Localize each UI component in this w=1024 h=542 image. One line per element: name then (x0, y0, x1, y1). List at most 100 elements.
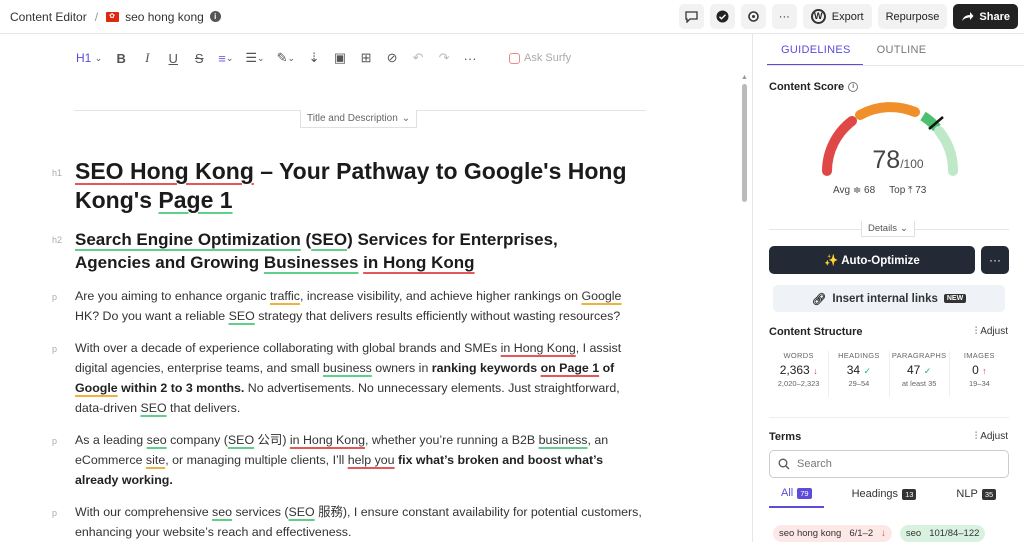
chevron-down-icon: ⌄ (94, 52, 103, 63)
info-icon[interactable]: i (848, 82, 859, 92)
arrow-down-icon: ↓ (813, 366, 818, 376)
gauge-red-segment (822, 116, 857, 176)
arrow-down-icon: ↓ (881, 528, 886, 539)
p-text: , or managing multiple clients, I’ll (165, 453, 348, 467)
image-icon[interactable]: ▣ (333, 50, 347, 66)
term-businesses: Businesses (263, 253, 359, 272)
stat-number: 2,363 (779, 363, 810, 377)
term-help-you: help you (347, 453, 395, 467)
check-button[interactable] (709, 4, 735, 29)
details-toggle[interactable]: Details ⌄ (861, 221, 916, 237)
avg-label: Avg (833, 185, 851, 196)
more-options-button[interactable]: ··· (981, 246, 1009, 274)
table-icon[interactable]: ⊞ (359, 50, 373, 66)
ask-surfy-button[interactable]: Ask Surfy (509, 52, 571, 64)
term-in-hong-kong: in Hong Kong (500, 341, 576, 355)
stat-label: IMAGES (963, 351, 995, 360)
content-score-label: Content Score (769, 81, 845, 93)
breadcrumb-app[interactable]: Content Editor (10, 10, 87, 24)
tab-guidelines[interactable]: GUIDELINES (767, 44, 863, 66)
term-site: site (145, 453, 166, 467)
term-seo: SEO (288, 505, 315, 519)
sliders-icon: ⫶ (974, 326, 978, 337)
content-score-title: Content Score i (769, 81, 859, 93)
paragraph-3[interactable]: As a leading seo company (SEO 公司) in Hon… (75, 430, 645, 490)
surfy-icon (509, 52, 521, 64)
term-in-hong-kong: in Hong Kong (289, 433, 365, 447)
document-title[interactable]: seo hong kong (125, 10, 204, 24)
title-description-toggle[interactable]: Title and Description ⌄ (300, 110, 418, 128)
more-icon[interactable]: ··· (463, 51, 477, 66)
heading-1[interactable]: SEO Hong Kong – Your Pathway to Google's… (75, 157, 655, 215)
list-icon[interactable]: ☰ ⌄ (245, 50, 264, 66)
p-text: As a leading (75, 433, 147, 447)
term-chip[interactable]: seo 101/84–122 (899, 525, 986, 542)
export-button[interactable]: W Export (802, 4, 872, 29)
underline-icon[interactable]: U (166, 51, 180, 66)
term-seo: SEO (140, 401, 167, 415)
heading-2[interactable]: Search Engine Optimization (SEO) Service… (75, 228, 635, 274)
term-google: Google (75, 381, 118, 395)
italic-icon[interactable]: I (140, 50, 154, 66)
details-label: Details (868, 223, 898, 234)
stat-range: 29–54 (848, 379, 870, 388)
highlight-icon[interactable]: ✎ ⌄ (277, 50, 295, 66)
undo-icon[interactable]: ↶ (411, 50, 425, 66)
link-icon[interactable]: ⊘ (385, 50, 399, 66)
bold-icon[interactable]: B (114, 51, 128, 66)
content-structure-stats: WORDS 2,363 ↓ 2,020–2,323 HEADINGS 34 ✓ … (769, 351, 1009, 397)
stat-range: at least 35 (901, 379, 937, 388)
filter-all[interactable]: All 79 (769, 487, 824, 508)
gear-icon (747, 11, 759, 22)
gauge-green-segment (920, 111, 941, 132)
redo-icon[interactable]: ↷ (437, 50, 451, 66)
paragraph-2[interactable]: With over a decade of experience collabo… (75, 338, 645, 418)
more-options-button[interactable]: ··· (771, 4, 797, 29)
repurpose-button[interactable]: Repurpose (877, 4, 948, 29)
auto-optimize-button[interactable]: ✨ Auto-Optimize (769, 246, 975, 274)
top-bar: Content Editor / seo hong kong i ··· W E… (0, 0, 1024, 34)
comment-button[interactable] (678, 4, 704, 29)
p-text: HK? Do you want a reliable (75, 309, 229, 323)
filter-headings[interactable]: Headings 13 (840, 487, 929, 508)
clear-format-icon[interactable]: ⇣ (307, 50, 321, 66)
adjust-structure-button[interactable]: ⫶ Adjust (975, 326, 1008, 337)
term-seo: SEO (311, 230, 348, 249)
chevron-down-icon: ⌄ (900, 223, 909, 234)
p-tag: p (52, 292, 58, 302)
breadcrumb-separator: / (94, 9, 99, 24)
tab-outline[interactable]: OUTLINE (863, 44, 939, 66)
avg-score: Avg ≑ 68 (833, 185, 875, 196)
info-icon[interactable]: i (209, 11, 221, 22)
term-google: Google (581, 289, 622, 303)
align-icon[interactable]: ≡ ⌄ (218, 51, 233, 66)
heading-dropdown[interactable]: H1 ⌄ (76, 51, 102, 65)
link-icon: 🔗︎ (811, 293, 827, 306)
check-icon: ✓ (863, 366, 871, 376)
p-text: strategy that delivers results efficient… (254, 309, 621, 323)
editor-scrollbar[interactable] (742, 84, 747, 202)
paragraph-1[interactable]: Are you aiming to enhance organic traffi… (75, 286, 645, 326)
chip-term: seo (905, 528, 922, 539)
bold-text: ranking keywords (431, 361, 541, 375)
adjust-terms-button[interactable]: ⫶ Adjust (975, 431, 1008, 442)
comment-icon (685, 10, 698, 23)
term-seo: SEO (228, 309, 255, 323)
strikethrough-icon[interactable]: S (192, 51, 206, 66)
settings-button[interactable] (740, 4, 766, 29)
term-in-hong-kong: in Hong Kong (363, 253, 475, 272)
stat-value: 47 ✓ (890, 363, 949, 377)
share-button[interactable]: Share (953, 4, 1018, 29)
filter-label: Headings (851, 488, 899, 500)
paragraph-4[interactable]: With our comprehensive seo services (SEO… (75, 502, 645, 542)
stat-label: WORDS (783, 351, 814, 360)
ellipsis-icon: ··· (778, 10, 790, 23)
insert-internal-links-button[interactable]: 🔗︎ Insert internal links NEW (773, 285, 1005, 312)
scroll-up-arrow-icon[interactable]: ▲ (741, 74, 748, 81)
term-chip[interactable]: seo hong kong 6/1–2 ↓ (773, 525, 892, 542)
term-seo: SEO (227, 433, 255, 447)
h1-tag: h1 (52, 168, 63, 178)
filter-nlp[interactable]: NLP 35 (944, 487, 1008, 508)
internal-links-label: Insert internal links (832, 292, 938, 305)
terms-search-input[interactable]: Search (769, 450, 1009, 478)
